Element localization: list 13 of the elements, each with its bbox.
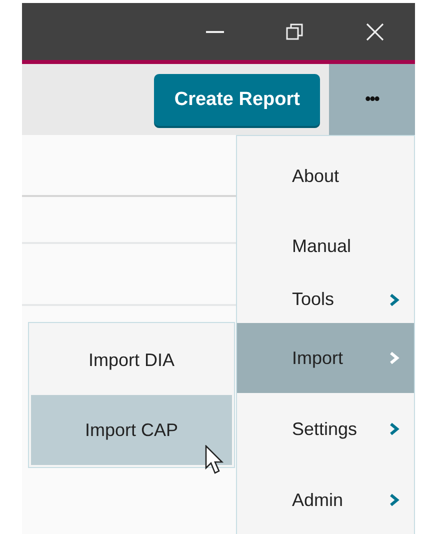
menu-item[interactable]: Import (237, 323, 414, 393)
submenu-item[interactable]: Import DIA (31, 325, 232, 395)
menu-item[interactable]: Manual (237, 216, 414, 276)
menu-item[interactable]: About (237, 136, 414, 216)
more-button[interactable]: ••• (329, 64, 415, 135)
menu-item[interactable]: Tools (237, 276, 414, 323)
submenu-item[interactable]: Import CAP (31, 395, 232, 465)
restore-icon (286, 22, 304, 40)
create-report-button[interactable]: Create Report (154, 74, 320, 126)
minimize-icon (206, 30, 224, 32)
menu-item[interactable]: Settings (237, 393, 414, 465)
close-icon (366, 22, 384, 40)
menu-item[interactable]: Admin (237, 465, 414, 534)
